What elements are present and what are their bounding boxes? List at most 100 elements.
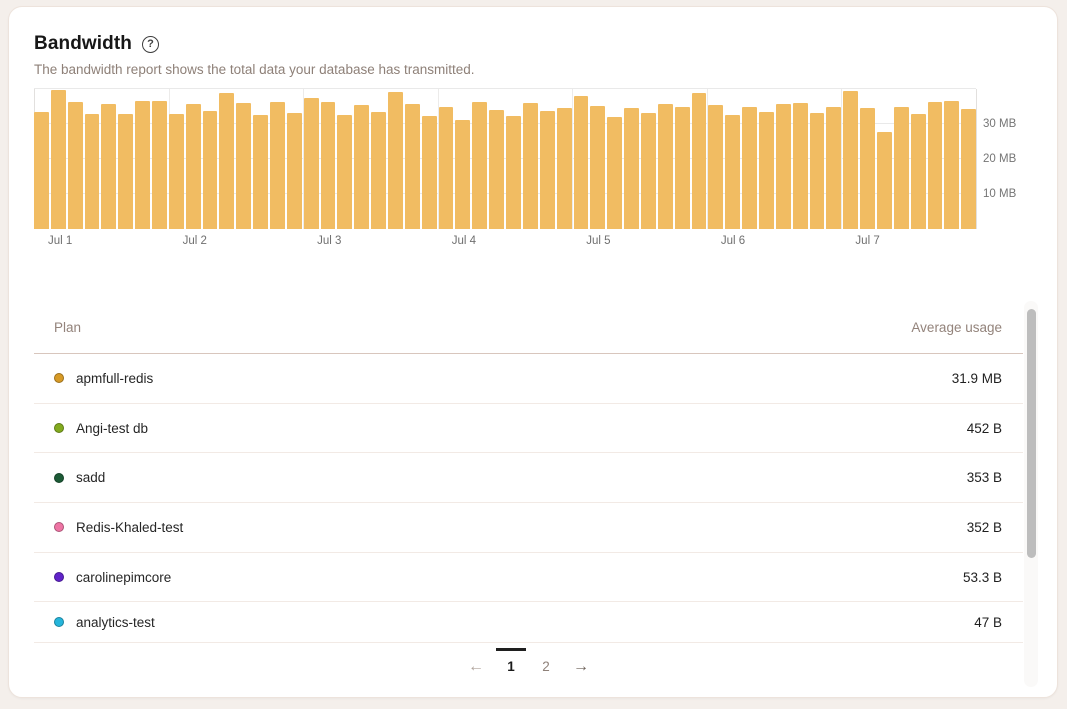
- chart-bar[interactable]: [186, 104, 201, 229]
- average-usage-value: 352 B: [967, 520, 1002, 535]
- chart-bar[interactable]: [152, 101, 167, 229]
- x-axis-label: Jul 4: [452, 235, 476, 247]
- chart-bar[interactable]: [270, 102, 285, 229]
- arrow-right-icon: →: [573, 659, 589, 675]
- chart-bar[interactable]: [877, 132, 892, 229]
- chart-bar[interactable]: [337, 115, 352, 229]
- y-axis-label: 20 MB: [983, 152, 1033, 166]
- chart-bar[interactable]: [793, 103, 808, 229]
- x-axis-label: Jul 1: [48, 235, 72, 247]
- plan-name: Angi-test db: [76, 421, 148, 436]
- plan-name: analytics-test: [76, 615, 155, 630]
- table-row[interactable]: carolinepimcore 53.3 B: [34, 553, 1023, 603]
- chart-bar[interactable]: [304, 98, 319, 229]
- plan-color-dot: [54, 423, 64, 433]
- table-row[interactable]: analytics-test 47 B: [34, 602, 1023, 643]
- card-header: Bandwidth ?: [34, 33, 159, 55]
- average-usage-value: 353 B: [967, 470, 1002, 485]
- pagination: ← 1 2 →: [34, 643, 1023, 691]
- help-icon[interactable]: ?: [142, 36, 159, 53]
- chart-bar[interactable]: [506, 116, 521, 229]
- chart-bar[interactable]: [776, 104, 791, 229]
- chart-bar[interactable]: [253, 115, 268, 229]
- usage-table: Plan Average usage apmfull-redis 31.9 MB…: [34, 301, 1023, 691]
- chart-bar[interactable]: [51, 90, 66, 229]
- chart-bar[interactable]: [658, 104, 673, 229]
- plan-color-dot: [54, 617, 64, 627]
- chart-bar[interactable]: [911, 114, 926, 230]
- chart-bar[interactable]: [388, 92, 403, 229]
- chart-bar[interactable]: [203, 111, 218, 229]
- y-axis-label: 10 MB: [983, 187, 1033, 201]
- v-gridline: [976, 89, 977, 229]
- table-scrollbar-track[interactable]: [1024, 301, 1038, 687]
- chart-bar[interactable]: [439, 107, 454, 229]
- chart-bars: [34, 89, 976, 229]
- chart-bar[interactable]: [675, 107, 690, 229]
- chart-plot-area: [34, 89, 976, 229]
- table-row[interactable]: Redis-Khaled-test 352 B: [34, 503, 1023, 553]
- chart-bar[interactable]: [68, 102, 83, 229]
- chart-bar[interactable]: [34, 112, 49, 229]
- chart-bar[interactable]: [708, 105, 723, 229]
- chart-bar[interactable]: [843, 91, 858, 229]
- x-axis-label: Jul 6: [721, 235, 745, 247]
- chart-bar[interactable]: [624, 108, 639, 229]
- chart-bar[interactable]: [118, 114, 133, 229]
- chart-bar[interactable]: [826, 107, 841, 229]
- page-button-2[interactable]: 2: [535, 655, 557, 679]
- page-button-1[interactable]: 1: [500, 655, 522, 679]
- plan-name: Redis-Khaled-test: [76, 520, 183, 535]
- chart-bar[interactable]: [472, 102, 487, 229]
- chart-bar[interactable]: [944, 101, 959, 229]
- table-row[interactable]: sadd 353 B: [34, 453, 1023, 503]
- chart-bar[interactable]: [236, 103, 251, 229]
- chart-bar[interactable]: [607, 117, 622, 229]
- chart-bar[interactable]: [219, 93, 234, 229]
- chart-bar[interactable]: [961, 109, 976, 229]
- chart-bar[interactable]: [725, 115, 740, 229]
- chart-bar[interactable]: [135, 101, 150, 229]
- chart-bar[interactable]: [371, 112, 386, 229]
- chart-bar[interactable]: [101, 104, 116, 229]
- chart-bar[interactable]: [354, 105, 369, 229]
- next-page-button[interactable]: →: [570, 655, 592, 679]
- chart-bar[interactable]: [287, 113, 302, 229]
- chart-bar[interactable]: [928, 102, 943, 229]
- average-usage-value: 31.9 MB: [952, 371, 1002, 386]
- chart-bar[interactable]: [574, 96, 589, 229]
- chart-bar[interactable]: [742, 107, 757, 229]
- arrow-left-icon: ←: [468, 659, 484, 675]
- x-axis-label: Jul 3: [317, 235, 341, 247]
- column-header-plan: Plan: [54, 320, 81, 335]
- x-axis-label: Jul 7: [855, 235, 879, 247]
- table-row[interactable]: Angi-test db 452 B: [34, 404, 1023, 454]
- plan-name: carolinepimcore: [76, 570, 171, 585]
- chart-bar[interactable]: [590, 106, 605, 229]
- x-axis-label: Jul 5: [586, 235, 610, 247]
- table-row[interactable]: apmfull-redis 31.9 MB: [34, 354, 1023, 404]
- chart-bar[interactable]: [557, 108, 572, 229]
- average-usage-value: 53.3 B: [963, 570, 1002, 585]
- chart-bar[interactable]: [321, 102, 336, 229]
- chart-bar[interactable]: [810, 113, 825, 229]
- plan-name: sadd: [76, 470, 105, 485]
- chart-bar[interactable]: [489, 110, 504, 229]
- chart-bar[interactable]: [85, 114, 100, 229]
- page-title: Bandwidth: [34, 33, 132, 55]
- chart-bar[interactable]: [455, 120, 470, 229]
- chart-bar[interactable]: [641, 113, 656, 229]
- chart-bar[interactable]: [692, 93, 707, 229]
- chart-bar[interactable]: [894, 107, 909, 229]
- average-usage-value: 452 B: [967, 421, 1002, 436]
- chart-bar[interactable]: [523, 103, 538, 229]
- chart-bar[interactable]: [422, 116, 437, 229]
- chart-bar[interactable]: [759, 112, 774, 229]
- table-scrollbar-thumb[interactable]: [1027, 309, 1036, 558]
- previous-page-button[interactable]: ←: [465, 655, 487, 679]
- y-axis-label: 30 MB: [983, 117, 1033, 131]
- chart-bar[interactable]: [405, 104, 420, 229]
- chart-bar[interactable]: [540, 111, 555, 229]
- chart-bar[interactable]: [169, 114, 184, 229]
- chart-bar[interactable]: [860, 108, 875, 229]
